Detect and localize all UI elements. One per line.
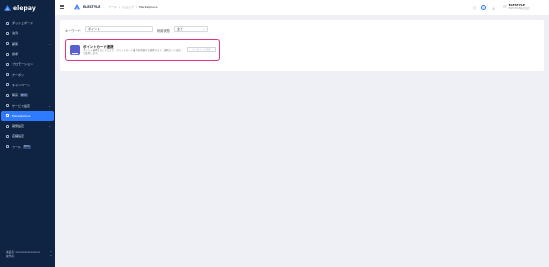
sidebar-item-marketplace[interactable]: Marketplace — [1, 110, 54, 121]
sidebar-item-invoice[interactable]: 請求 — [0, 49, 55, 59]
sidebar-item-label: 決済 — [12, 31, 19, 36]
sidebar-item-label: クーポン — [12, 72, 25, 77]
elepay-logo[interactable]: elepay — [4, 3, 36, 13]
sidebar-item-coupon[interactable]: クーポン — [0, 69, 55, 79]
sidebar-item-tool[interactable]: ツール BETA — [0, 142, 55, 152]
sidebar-account-switcher[interactable]: 事業者: xxxxxxxxxxxxxxxx 操作者: ⌃ ⌄ — [6, 250, 52, 258]
sidebar-item-campaign[interactable]: キャンペーン — [0, 80, 55, 90]
sidebar-item-label: 開発設定 — [12, 124, 25, 129]
sidebar-item-customer[interactable]: 顧客 ⌄ — [0, 39, 55, 49]
sidebar-item-label: 購買 — [12, 93, 19, 98]
breadcrumb-item[interactable]: ショップ — [122, 5, 134, 9]
elepay-logo-icon — [4, 4, 11, 11]
installed-button[interactable]: インストール済み — [187, 47, 216, 52]
status-value: 全て — [177, 27, 184, 31]
sidebar-item-label: サービス設定 — [12, 103, 31, 108]
menu-toggle-icon[interactable] — [60, 5, 64, 9]
user-company: ELESTYLE株式会社 — [508, 7, 530, 10]
keyword-label: キーワード — [65, 28, 81, 33]
purchase-icon — [6, 93, 9, 97]
breadcrumb-item[interactable]: ツール — [108, 5, 117, 9]
top-header: ELESTYLE ツール / ショップ / Marketplace ○ ? ⤓ … — [55, 0, 549, 15]
customer-icon — [6, 42, 9, 46]
campaign-icon — [6, 83, 9, 87]
sidebar-item-service-settings[interactable]: サービス設定 ⌄ — [0, 100, 55, 110]
account-logo-icon — [74, 4, 80, 10]
breadcrumb: ツール / ショップ / Marketplace — [108, 5, 157, 9]
beta-badge: BETA — [23, 144, 31, 149]
user-icon: ⚇ — [503, 3, 507, 9]
sidebar-item-promotion[interactable]: プロモーション — [0, 59, 55, 69]
account-name[interactable]: ELESTYLE — [83, 5, 100, 9]
beta-badge: BETA — [20, 93, 28, 98]
sidebar-item-developer-settings[interactable]: 開発設定 ⌄ — [0, 121, 55, 131]
sidebar-item-label: ツール — [12, 144, 22, 149]
sidebar-nav: ダッシュボード 決済 顧客 ⌄ 請求 プロモーション クーポン キャンペーン 購… — [0, 18, 55, 152]
chevron-down-icon: ⌄ — [48, 103, 51, 108]
developer-settings-icon — [6, 124, 9, 128]
sidebar-item-label: 請求 — [12, 52, 19, 57]
chevron-down-icon: ⌄ — [48, 41, 51, 46]
promotion-icon — [6, 62, 9, 66]
point-card-icon — [70, 45, 80, 55]
chevron-down-icon: ⌄ — [48, 124, 51, 129]
logo-text: elepay — [13, 4, 36, 12]
keyword-input[interactable]: ポイント — [85, 26, 153, 32]
sidebar-item-purchase[interactable]: 購買 BETA — [0, 90, 55, 100]
app-card-point-card[interactable]: ポイントカード連携 ポイント連携することにより、ポイントカード番号を登録する連携… — [65, 39, 220, 61]
status-label: 利用状態 — [157, 28, 170, 33]
sidebar-item-payment[interactable]: 決済 — [0, 28, 55, 38]
notification-icon[interactable]: ○ — [472, 5, 477, 10]
payment-icon — [6, 31, 9, 35]
sidebar-item-label: ダッシュボード — [12, 21, 34, 26]
keyword-value: ポイント — [88, 27, 101, 31]
card-description: ポイント連携することにより、ポイントカード番号を登録する連携すると、連携カード決… — [83, 49, 181, 56]
sidebar-item-label: 店舗設定 — [12, 134, 25, 139]
download-icon[interactable]: ⤓ — [491, 5, 496, 10]
sidebar-item-label: Marketplace — [12, 113, 31, 118]
service-settings-icon — [6, 104, 9, 108]
chevron-down-icon: ⌄ — [202, 27, 205, 31]
sidebar-item-label: プロモーション — [12, 62, 33, 67]
dashboard-icon — [6, 21, 9, 25]
invoice-icon — [6, 52, 9, 56]
marketplace-panel: キーワード ポイント 利用状態 全て ⌄ ポイントカード連携 ポイント連携するこ… — [60, 20, 544, 71]
store-settings-icon — [6, 134, 9, 138]
coupon-icon — [6, 73, 9, 77]
sidebar-item-label: キャンペーン — [12, 82, 30, 87]
switch-arrows-icon: ⌃ ⌄ — [49, 250, 52, 258]
user-menu[interactable]: ⚇ ELESTYLE ELESTYLE株式会社 — [503, 3, 530, 10]
marketplace-icon — [6, 114, 9, 118]
tool-icon — [6, 145, 9, 149]
sidebar-item-label: 顧客 — [12, 41, 19, 46]
help-icon[interactable]: ? — [481, 4, 486, 10]
sidebar-item-dashboard[interactable]: ダッシュボード — [0, 18, 55, 28]
breadcrumb-current: Marketplace — [139, 5, 158, 10]
operator-label: 操作者: — [6, 254, 15, 258]
breadcrumb-separator: / — [136, 5, 138, 10]
sidebar: elepay ダッシュボード 決済 顧客 ⌄ 請求 プロモーション クーポン キ… — [0, 0, 55, 267]
sidebar-item-store-settings[interactable]: 店舗設定 — [0, 131, 55, 141]
status-select[interactable]: 全て ⌄ — [174, 26, 208, 32]
breadcrumb-separator: / — [119, 5, 121, 10]
